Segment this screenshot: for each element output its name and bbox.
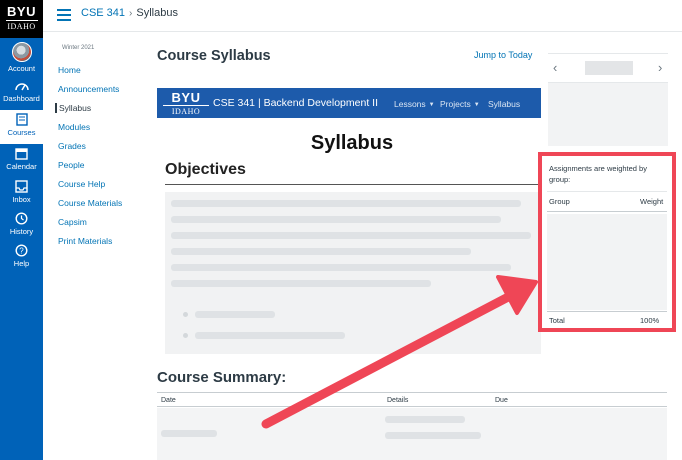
calendar-next-icon[interactable]: › [658,60,662,75]
global-nav-calendar[interactable]: Calendar [0,144,43,176]
calendar-month-blurred [585,61,633,75]
svg-text:?: ? [19,246,24,255]
assignment-weights-highlight: Assignments are weighted by group: Group… [538,152,676,332]
weights-header-group: Group [549,197,570,206]
breadcrumb-separator-icon: › [129,8,133,19]
term-label: Winter 2021 [62,45,95,51]
course-nav-capsim[interactable]: Capsim [58,217,87,227]
course-nav-modules[interactable]: Modules [58,122,90,132]
course-nav-announcements[interactable]: Announcements [58,84,119,94]
course-summary-heading: Course Summary: [157,369,287,386]
banner-title: CSE 341 | Backend Development II [213,97,378,109]
calendar-icon [15,148,28,160]
course-banner: BYU IDAHO CSE 341 | Backend Development … [157,88,541,118]
column-header-date: Date [161,397,176,404]
course-nav-syllabus[interactable]: Syllabus [55,103,91,113]
global-navigation: BYU IDAHO Account Dashboard Courses Cale… [0,0,43,460]
course-header: CSE 341 › Syllabus [43,0,682,32]
weights-title: Assignments are weighted by group: [549,164,647,184]
calendar-prev-icon[interactable]: ‹ [553,60,557,75]
breadcrumb-course-link[interactable]: CSE 341 [81,7,125,19]
jump-to-today-link[interactable]: Jump to Today [474,50,532,60]
global-nav-dashboard[interactable]: Dashboard [0,80,43,110]
global-nav-courses[interactable]: Courses [0,110,43,144]
course-nav-print-materials[interactable]: Print Materials [58,236,112,246]
banner-menu-syllabus[interactable]: Syllabus [488,99,520,109]
column-header-details: Details [387,397,409,404]
weights-rows-blurred [547,214,667,310]
global-nav-history[interactable]: History [0,209,43,241]
mini-calendar: ‹ › [548,53,668,146]
objectives-content-blurred [165,192,541,354]
course-summary-table: Date Details Due [157,392,667,460]
caret-down-icon: ▼ [473,102,480,108]
byu-idaho-logo[interactable]: BYU IDAHO [0,0,43,38]
course-nav-course-help[interactable]: Course Help [58,179,105,189]
clock-icon [15,212,28,225]
banner-byu-idaho-logo: BYU IDAHO [163,91,209,116]
course-nav-course-materials[interactable]: Course Materials [58,198,122,208]
inbox-icon [15,180,28,193]
weights-total-value: 100% [640,316,660,325]
weights-header-weight: Weight [640,197,664,206]
syllabus-heading: Syllabus [310,132,394,154]
objectives-divider [165,184,545,185]
course-navigation: Winter 2021 Home Announcements Syllabus … [43,33,153,460]
hamburger-menu-icon[interactable] [57,9,71,21]
course-nav-grades[interactable]: Grades [58,141,86,151]
summary-rows-blurred [157,408,667,460]
calendar-grid-blurred [548,82,668,146]
page-title: Course Syllabus [157,48,271,64]
course-nav-home[interactable]: Home [58,65,81,75]
book-icon [15,113,28,126]
account-avatar [11,42,32,62]
help-icon: ? [15,244,28,257]
breadcrumb: CSE 341 › Syllabus [81,7,178,19]
weights-total-label: Total [549,316,565,325]
global-nav-account[interactable]: Account [0,41,43,75]
banner-menu-lessons[interactable]: Lessons ▼ [394,99,435,109]
dashboard-icon [14,83,29,91]
breadcrumb-current: Syllabus [136,7,178,19]
global-nav-help[interactable]: ? Help [0,241,43,273]
objectives-heading: Objectives [165,161,246,178]
caret-down-icon: ▼ [428,102,435,108]
column-header-due: Due [495,397,508,404]
banner-menu-projects[interactable]: Projects ▼ [440,99,480,109]
global-nav-inbox[interactable]: Inbox [0,177,43,209]
course-nav-people[interactable]: People [58,160,84,170]
